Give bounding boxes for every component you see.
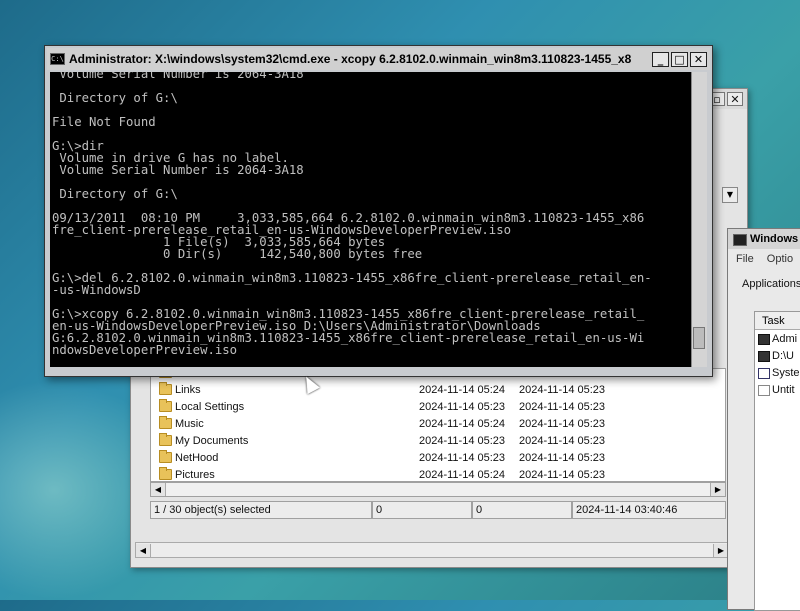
cmd-titlebar[interactable]: C:\ Administrator: X:\windows\system32\c… xyxy=(47,48,710,70)
console-output: Volume Serial Number is 2064-3A18 Direct… xyxy=(52,72,652,357)
task-manager-window: Windows File Optio Applications Task Adm… xyxy=(727,228,800,611)
file-created: 2024-11-14 05:23 xyxy=(519,384,606,396)
file-created: 2024-11-14 05:23 xyxy=(519,452,606,464)
maximize-button[interactable]: □ xyxy=(671,52,688,67)
task-manager-title: Windows xyxy=(750,233,799,245)
status-date: 2024-11-14 03:40:46 xyxy=(572,501,726,519)
status-value-1: 0 xyxy=(372,501,472,519)
task-label: Untit xyxy=(772,384,795,396)
explorer-bottom-scrollbar[interactable]: ◀ ▶ xyxy=(135,542,729,558)
scroll-right-icon[interactable]: ▶ xyxy=(713,544,728,557)
scroll-thumb[interactable] xyxy=(693,327,705,349)
table-row[interactable]: Pictures 2024-11-14 05:24 2024-11-14 05:… xyxy=(151,467,725,481)
list-item[interactable]: Untit xyxy=(758,383,795,398)
scroll-right-icon[interactable]: ▶ xyxy=(710,483,725,496)
file-modified: 2024-11-14 05:24 xyxy=(419,469,506,481)
tab-applications[interactable]: Applications xyxy=(742,276,800,292)
task-label: Syste xyxy=(772,367,800,379)
file-created: 2024-11-14 05:23 xyxy=(519,435,606,447)
file-created: 2024-11-14 05:23 xyxy=(519,418,606,430)
task-label: D:\U xyxy=(772,350,794,362)
file-name: Pictures xyxy=(175,469,215,481)
task-manager-menu: File Optio xyxy=(736,251,793,267)
file-modified: 2024-11-14 05:23 xyxy=(419,435,506,447)
table-row[interactable]: Links 2024-11-14 05:24 2024-11-14 05:23 xyxy=(151,382,725,399)
task-label: Admi xyxy=(772,333,798,345)
file-modified: 2024-11-14 05:23 xyxy=(419,401,506,413)
explorer-close-button[interactable]: ✕ xyxy=(727,92,743,106)
status-value-2: 0 xyxy=(472,501,572,519)
explorer-horizontal-scrollbar[interactable]: ◀ ▶ xyxy=(150,482,726,497)
list-item[interactable]: Syste xyxy=(758,366,800,381)
close-button[interactable]: ✕ xyxy=(690,52,707,67)
cmd-icon xyxy=(758,333,770,345)
folder-icon xyxy=(159,416,172,429)
folder-icon xyxy=(159,382,172,395)
table-row[interactable]: Music 2024-11-14 05:24 2024-11-14 05:23 xyxy=(151,416,725,433)
file-name: NetHood xyxy=(175,452,219,464)
minimize-button[interactable]: _ xyxy=(652,52,669,67)
table-row[interactable]: Local Settings 2024-11-14 05:23 2024-11-… xyxy=(151,399,725,416)
list-item[interactable]: D:\U xyxy=(758,349,794,364)
explorer-file-list: Favorites 2024-11-14 05:24 2024-11-14 05… xyxy=(150,368,726,482)
task-column-header[interactable]: Task xyxy=(755,312,800,330)
file-modified: 2024-11-14 05:24 xyxy=(419,384,506,396)
table-row[interactable]: My Documents 2024-11-14 05:23 2024-11-14… xyxy=(151,433,725,450)
7zip-icon xyxy=(758,350,770,362)
folder-icon xyxy=(159,399,172,412)
scroll-left-icon[interactable]: ◀ xyxy=(136,544,151,557)
explorer-status-bar: 1 / 30 object(s) selected 0 0 2024-11-14… xyxy=(150,500,726,520)
table-row[interactable]: NetHood 2024-11-14 05:23 2024-11-14 05:2… xyxy=(151,450,725,467)
task-manager-titlebar: Windows xyxy=(728,229,800,249)
folder-icon xyxy=(159,433,172,446)
menu-options[interactable]: Optio xyxy=(767,253,793,265)
list-item[interactable]: Admi xyxy=(758,332,797,347)
cmd-title: Administrator: X:\windows\system32\cmd.e… xyxy=(69,52,632,66)
console-icon: C:\ xyxy=(50,53,65,65)
console-output-area[interactable]: Volume Serial Number is 2064-3A18 Direct… xyxy=(50,72,691,367)
file-name: Music xyxy=(175,418,204,430)
file-created: 2024-11-14 05:23 xyxy=(519,469,606,481)
folder-icon xyxy=(159,450,172,463)
cmd-vertical-scrollbar[interactable] xyxy=(691,72,707,367)
window-icon xyxy=(758,367,770,379)
scroll-left-icon[interactable]: ◀ xyxy=(151,483,166,496)
file-name: Links xyxy=(175,384,201,396)
cmd-window: C:\ Administrator: X:\windows\system32\c… xyxy=(44,45,713,377)
document-icon xyxy=(758,384,770,396)
monitor-icon xyxy=(733,234,747,246)
file-name: My Documents xyxy=(175,435,249,447)
explorer-address-dropdown[interactable]: ▼ xyxy=(722,187,738,203)
file-modified: 2024-11-14 05:24 xyxy=(419,418,506,430)
folder-icon xyxy=(159,467,172,480)
file-name: Local Settings xyxy=(175,401,245,413)
file-created: 2024-11-14 05:23 xyxy=(519,401,606,413)
file-modified: 2024-11-14 05:23 xyxy=(419,452,506,464)
status-selected: 1 / 30 object(s) selected xyxy=(150,501,372,519)
task-list: Task Admi D:\U Syste Untit xyxy=(754,311,800,611)
menu-file[interactable]: File xyxy=(736,253,754,265)
